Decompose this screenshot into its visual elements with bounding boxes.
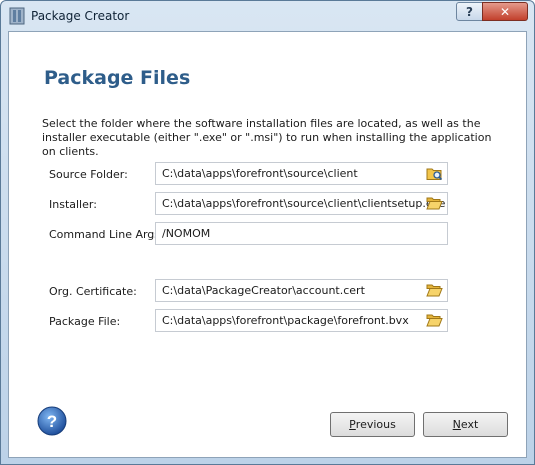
previous-accelerator: P	[349, 418, 356, 431]
wizard-content: Package Files Select the folder where th…	[8, 31, 527, 458]
page-title: Package Files	[44, 67, 191, 89]
installer-value: C:\data\apps\forefront\source\client\cli…	[162, 197, 446, 210]
package-file-value: C:\data\apps\forefront\package\forefront…	[162, 314, 409, 327]
package-file-label: Package File:	[49, 315, 121, 328]
command-line-args-field[interactable]: /NOMOM	[155, 222, 448, 245]
next-accelerator: N	[452, 418, 461, 431]
open-folder-icon[interactable]	[426, 313, 443, 328]
command-line-args-label: Command Line Args:	[49, 228, 164, 241]
page-description: Select the folder where the software ins…	[42, 117, 492, 158]
source-folder-label: Source Folder:	[49, 168, 128, 181]
help-title-button[interactable]: ?	[456, 2, 483, 21]
help-icon: ?	[466, 4, 473, 19]
source-folder-value: C:\data\apps\forefront\source\client	[162, 167, 358, 180]
org-certificate-label: Org. Certificate:	[49, 285, 137, 298]
folder-search-icon[interactable]	[426, 166, 443, 181]
installer-label: Installer:	[49, 198, 97, 211]
previous-label: revious	[355, 418, 396, 431]
org-certificate-value: C:\data\PackageCreator\account.cert	[162, 284, 365, 297]
help-icon[interactable]: ?	[37, 406, 67, 436]
previous-button[interactable]: Previous	[330, 412, 415, 437]
open-folder-icon[interactable]	[426, 283, 443, 298]
command-line-args-value: /NOMOM	[162, 227, 211, 240]
next-label: ext	[460, 418, 479, 431]
package-creator-window: Package Creator ? ✕ Package Files Select…	[0, 0, 535, 465]
window-title: Package Creator	[31, 9, 130, 23]
source-folder-field[interactable]: C:\data\apps\forefront\source\client	[155, 162, 448, 185]
close-button[interactable]: ✕	[482, 2, 528, 21]
package-file-field[interactable]: C:\data\apps\forefront\package\forefront…	[155, 309, 448, 332]
open-folder-icon[interactable]	[426, 196, 443, 211]
org-certificate-field[interactable]: C:\data\PackageCreator\account.cert	[155, 279, 448, 302]
title-bar[interactable]: Package Creator ? ✕	[1, 1, 534, 31]
next-button[interactable]: Next	[423, 412, 508, 437]
svg-text:?: ?	[47, 412, 57, 431]
installer-field[interactable]: C:\data\apps\forefront\source\client\cli…	[155, 192, 448, 215]
app-icon	[9, 7, 25, 25]
close-icon: ✕	[499, 4, 511, 19]
